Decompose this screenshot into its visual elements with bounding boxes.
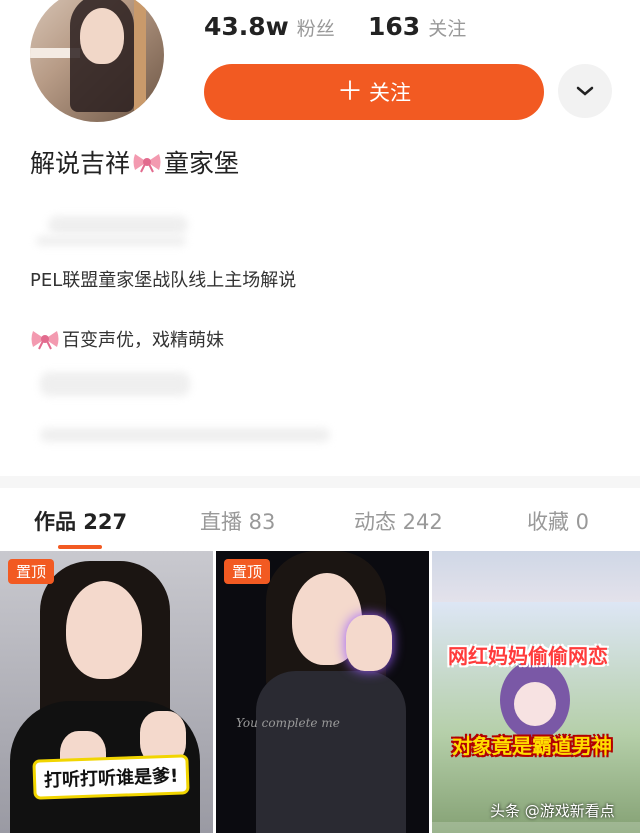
profile-name: 解说吉祥 童家堡 [30, 144, 239, 180]
fans-count: 43.8w [204, 12, 289, 41]
anime-character [500, 660, 570, 740]
section-divider [0, 476, 640, 488]
tab-works[interactable]: 作品 227 [34, 506, 127, 536]
plus-icon: ＋ [336, 77, 363, 107]
video-thumbnail[interactable]: 置顶 [216, 551, 429, 833]
person-outfit [256, 671, 406, 833]
video-caption-bottom: 对象竟是霸道男神 [452, 734, 612, 758]
follow-button[interactable]: ＋ 关注 [204, 64, 544, 120]
name-part1: 解说吉祥 [30, 149, 131, 178]
follow-button-label: 关注 [369, 81, 411, 105]
profile-avatar[interactable] [30, 0, 164, 122]
blurred-text [40, 372, 190, 396]
chevron-down-icon [576, 86, 594, 96]
video-caption-top: 网红妈妈偷偷网恋 [448, 644, 608, 668]
watermark: 头条 @游戏新看点 [490, 802, 615, 820]
pinned-badge: 置顶 [224, 559, 271, 584]
following-label: 关注 [428, 18, 467, 40]
video-caption: 打听打听谁是爹! [35, 757, 187, 797]
video-caption: You complete me [236, 716, 340, 730]
fans-stat[interactable]: 43.8w 粉丝 [204, 12, 335, 41]
bow-emoji-icon [31, 331, 59, 350]
blurred-text [48, 216, 188, 234]
following-count: 163 [368, 12, 421, 41]
pinned-badge: 置顶 [8, 559, 55, 584]
tab-live[interactable]: 直播 83 [200, 506, 275, 536]
person-face [66, 581, 142, 679]
more-options-button[interactable] [558, 64, 612, 118]
name-part2: 童家堡 [164, 149, 240, 178]
avatar-face [80, 8, 124, 64]
fans-label: 粉丝 [296, 18, 335, 40]
tab-posts[interactable]: 动态 242 [354, 506, 443, 536]
blurred-text [36, 236, 186, 246]
blurred-text [40, 428, 330, 442]
bio-line-2-text: 百变声优，戏精萌妹 [62, 330, 224, 351]
tab-favorites[interactable]: 收藏 0 [527, 506, 589, 536]
following-stat[interactable]: 163 关注 [368, 12, 466, 41]
bow-emoji-icon [133, 154, 161, 173]
bio-line-1: PEL联盟童家堡战队线上主场解说 [30, 270, 297, 291]
bio-line-2: 百变声优，戏精萌妹 [30, 326, 224, 352]
active-tab-indicator [58, 545, 102, 549]
avatar-pole [134, 0, 146, 122]
person-hand [346, 615, 392, 671]
